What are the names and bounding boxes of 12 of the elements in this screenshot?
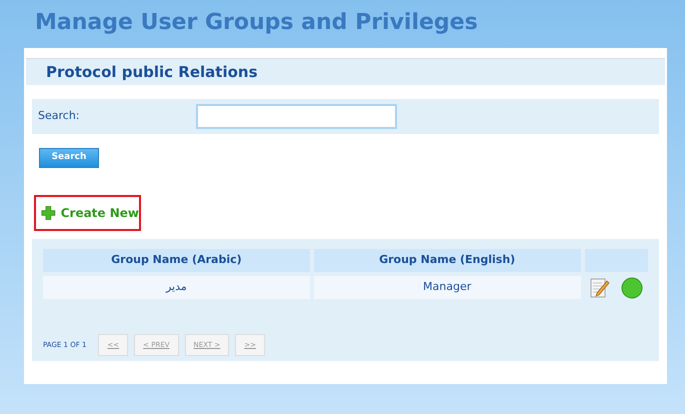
column-header: Group Name (English) <box>314 249 581 272</box>
search-label: Search: <box>38 108 80 124</box>
create-new-button[interactable]: Create New <box>34 195 141 231</box>
search-button[interactable]: Search <box>39 148 99 168</box>
edit-icon[interactable] <box>590 276 610 298</box>
column-header: Group Name (Arabic) <box>43 249 310 272</box>
section-title: Protocol public Relations <box>46 62 258 83</box>
table-cell: مدير <box>43 276 310 299</box>
search-field[interactable] <box>196 104 397 129</box>
page-title: Manage User Groups and Privileges <box>35 9 478 37</box>
table-cell: Manager <box>314 276 581 299</box>
plus-icon <box>41 204 56 222</box>
